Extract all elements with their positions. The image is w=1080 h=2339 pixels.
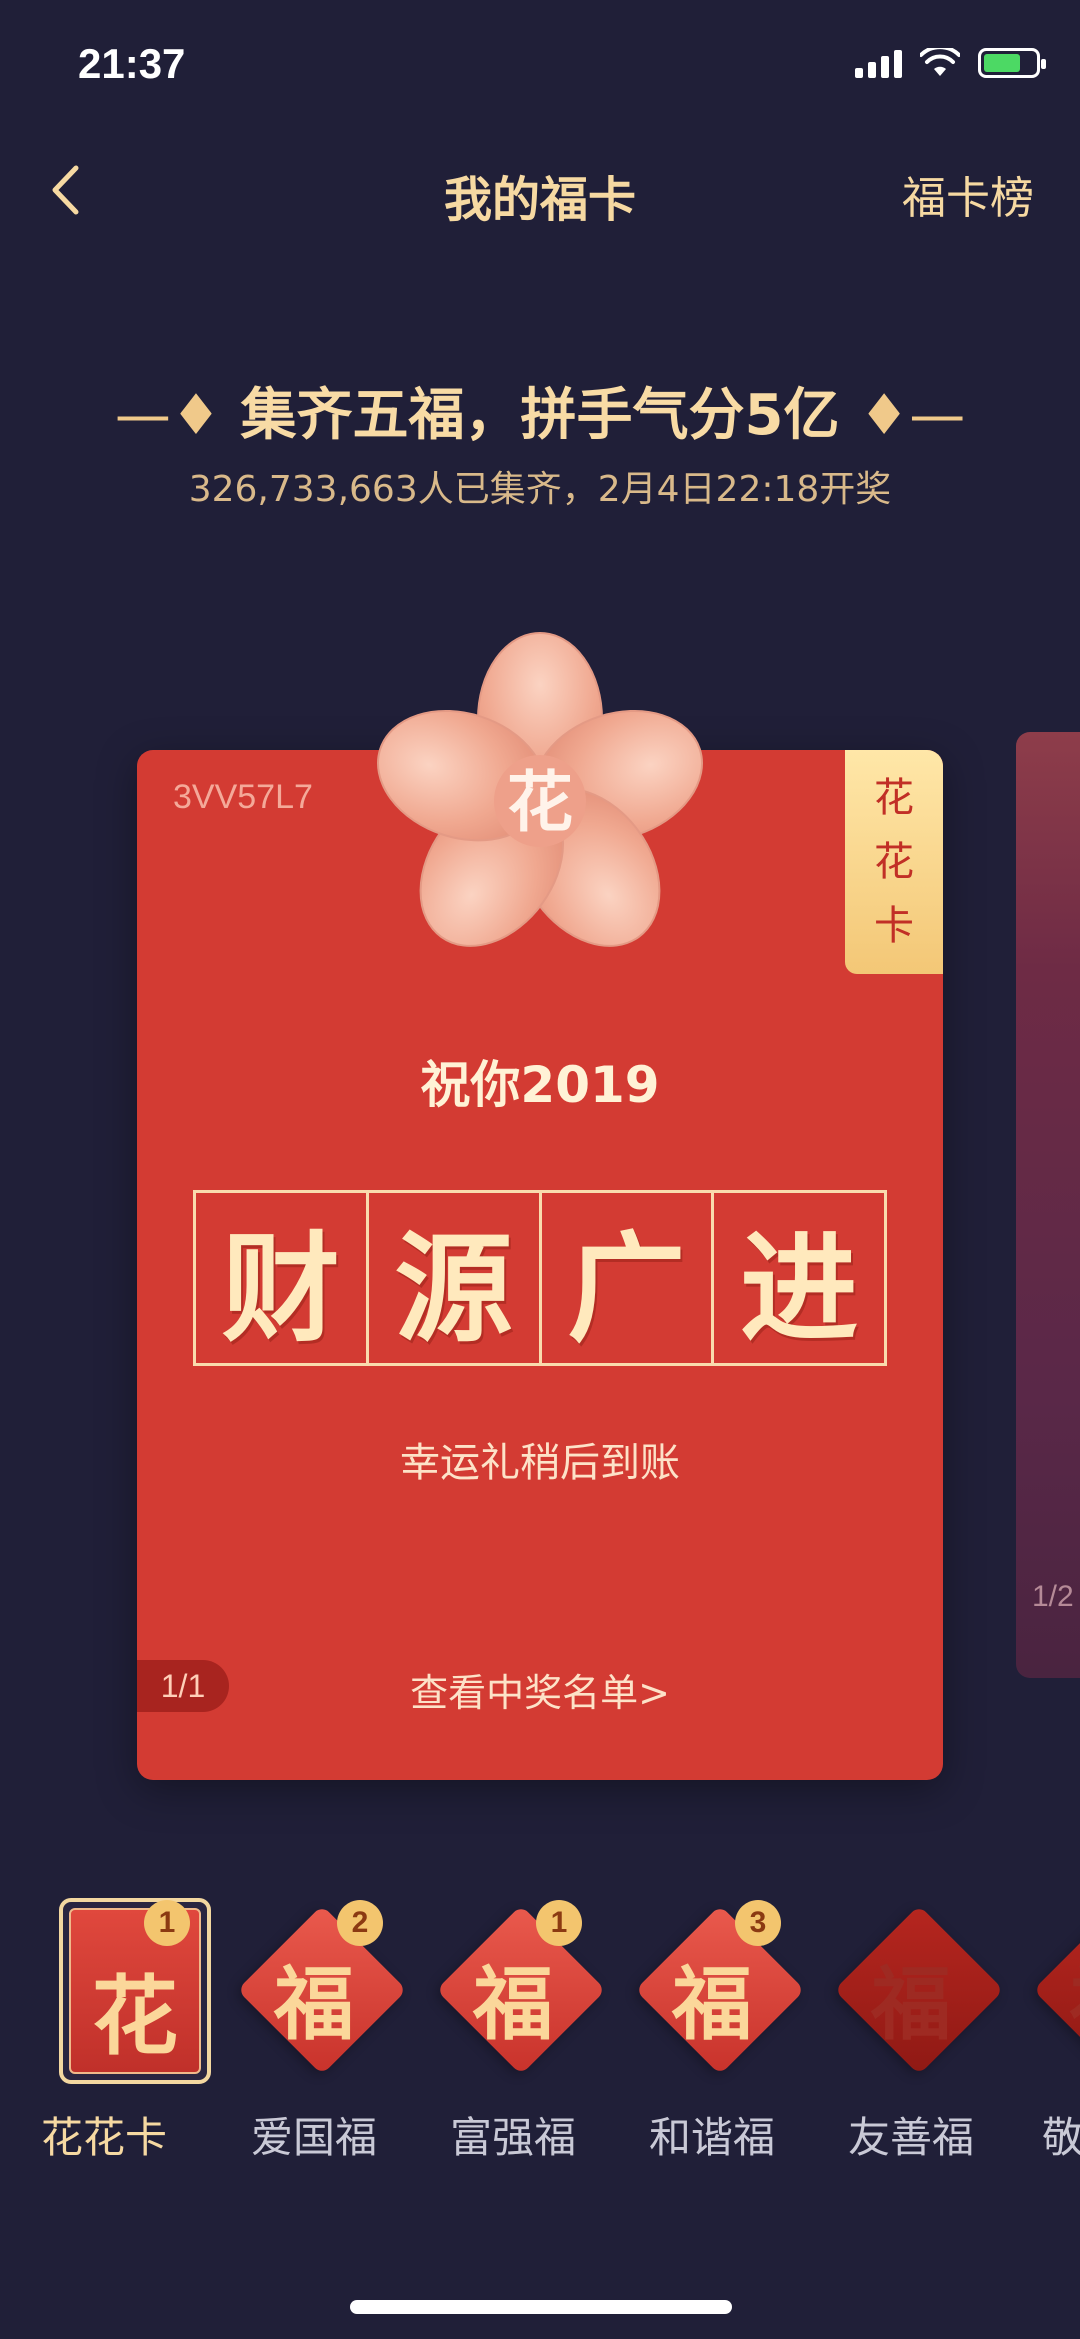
tab-label: 富强福 bbox=[449, 2113, 576, 2162]
flower-icon: 花 bbox=[377, 632, 703, 947]
card-note: 幸运礼稍后到账 bbox=[400, 1440, 680, 1486]
blessing-char: 源 bbox=[369, 1193, 542, 1363]
tab-char: 福 bbox=[274, 1957, 354, 2051]
tab-label: 爱国福 bbox=[250, 2113, 377, 2162]
tab-fuqiang-fu[interactable]: 福 1 富强福 bbox=[423, 1892, 606, 2162]
tab-icon: 福 1 bbox=[423, 1892, 606, 2092]
tab-char: 福 bbox=[672, 1957, 752, 2051]
blessing-char: 进 bbox=[740, 1218, 859, 1358]
home-indicator[interactable] bbox=[350, 2300, 732, 2314]
campaign-headline: —♦ 集齐五福，拼手气分5亿 ♦— bbox=[0, 370, 1080, 451]
blessing-char: 广 bbox=[542, 1193, 715, 1363]
tab-label: 敬 bbox=[1042, 2113, 1080, 2162]
count-badge: 2 bbox=[337, 1900, 383, 1946]
tab-char: 福 bbox=[1020, 1940, 1080, 2056]
wifi-icon bbox=[920, 48, 960, 76]
headline-text: 集齐五福，拼手气分5亿 bbox=[240, 383, 840, 448]
tab-char: 福 bbox=[473, 1957, 553, 2051]
page: 21:37 我的福卡 福卡榜 —♦ 集齐五福，拼手气分5亿 ♦— 326,733… bbox=[0, 0, 1080, 2339]
count-badge: 3 bbox=[735, 1900, 781, 1946]
status-time: 21:37 bbox=[78, 40, 186, 87]
status-icons bbox=[855, 48, 1046, 78]
tab-label: 友善福 bbox=[847, 2113, 974, 2162]
next-card-page-indicator: 1/2 bbox=[1032, 1580, 1074, 1613]
tab-hexie-fu[interactable]: 福 3 和谐福 bbox=[622, 1892, 805, 2162]
tab-icon: 福 2 bbox=[224, 1892, 407, 2092]
card-wish: 祝你2019 bbox=[420, 1056, 660, 1114]
tab-label: 和谐福 bbox=[648, 2113, 775, 2162]
tab-char: 花 bbox=[92, 1966, 178, 2067]
card-tag-char: 卡 bbox=[874, 903, 914, 949]
card-tag-char: 花 bbox=[874, 839, 914, 885]
card-tag-char: 花 bbox=[874, 775, 914, 821]
blessing-grid: 财 源 广 进 bbox=[193, 1190, 887, 1366]
tab-jingye-fu[interactable]: 福 敬 bbox=[1020, 1892, 1080, 2162]
tab-aiguo-fu[interactable]: 福 2 爱国福 bbox=[224, 1892, 407, 2162]
tab-icon: 花 1 bbox=[23, 1892, 211, 2092]
battery-icon bbox=[978, 48, 1046, 78]
count-badge: 1 bbox=[144, 1900, 190, 1946]
tab-huahua-card[interactable]: 花 1 花花卡 bbox=[23, 1892, 211, 2162]
tab-char: 福 bbox=[871, 1957, 951, 2051]
tab-youshan-fu[interactable]: 福 友善福 bbox=[821, 1892, 1004, 2162]
tab-icon: 福 3 bbox=[622, 1892, 805, 2092]
leaderboard-link[interactable]: 福卡榜 bbox=[902, 162, 1034, 226]
blessing-char: 财 bbox=[196, 1193, 369, 1363]
flower-char: 花 bbox=[507, 763, 573, 841]
card-code: 3VV57L7 bbox=[173, 778, 313, 816]
tab-icon: 福 bbox=[821, 1892, 1004, 2092]
count-badge: 1 bbox=[536, 1900, 582, 1946]
headline-right-deco: ♦— bbox=[858, 383, 966, 448]
next-card-preview[interactable]: 1/2 bbox=[1016, 732, 1080, 1678]
cellular-signal-icon bbox=[855, 48, 902, 78]
tab-icon: 福 bbox=[1020, 1892, 1080, 2092]
campaign-subline: 326,733,663人已集齐，2月4日22:18开奖 bbox=[188, 469, 892, 510]
card-type-tag: 花 花 卡 bbox=[845, 750, 943, 974]
tab-label: 花花卡 bbox=[40, 2113, 167, 2162]
headline-left-deco: —♦ bbox=[114, 383, 222, 448]
card-tabs: 花 1 花花卡 福 2 爱国福 福 1 富强福 福 3 和谐福 福 友善福 敬 bbox=[0, 1892, 1080, 2162]
view-winners-link[interactable]: 查看中奖名单> bbox=[137, 1662, 943, 1717]
